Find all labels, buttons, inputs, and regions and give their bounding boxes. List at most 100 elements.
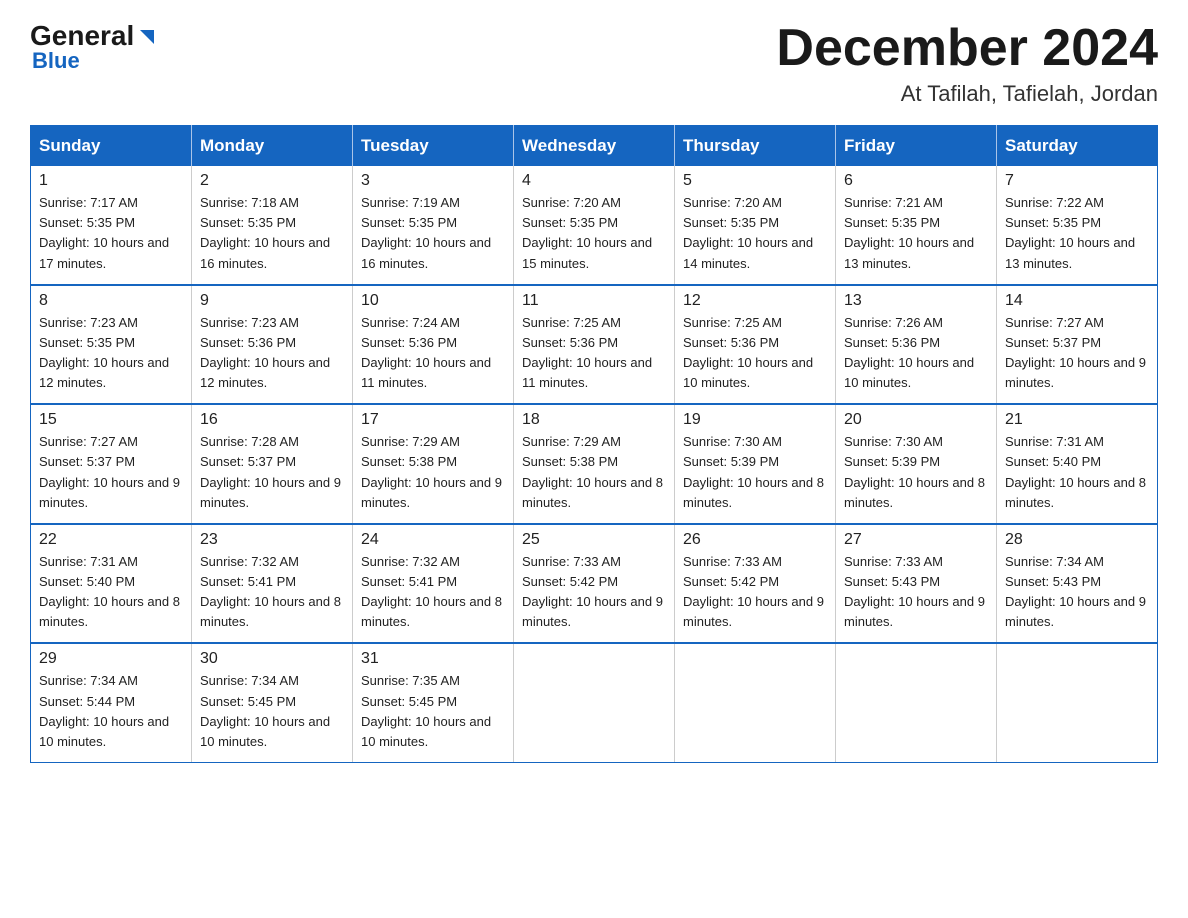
- table-row: 30 Sunrise: 7:34 AM Sunset: 5:45 PM Dayl…: [192, 643, 353, 762]
- table-row: 9 Sunrise: 7:23 AM Sunset: 5:36 PM Dayli…: [192, 285, 353, 405]
- sunrise-label: Sunrise: 7:22 AM: [1005, 195, 1104, 210]
- sunrise-label: Sunrise: 7:24 AM: [361, 315, 460, 330]
- day-number: 27: [844, 531, 988, 549]
- day-number: 7: [1005, 172, 1149, 190]
- daylight-label: Daylight: 10 hours and 9 minutes.: [361, 475, 502, 510]
- sunrise-label: Sunrise: 7:23 AM: [39, 315, 138, 330]
- calendar-week-row: 8 Sunrise: 7:23 AM Sunset: 5:35 PM Dayli…: [31, 285, 1158, 405]
- day-info: Sunrise: 7:20 AM Sunset: 5:35 PM Dayligh…: [522, 193, 666, 274]
- sunset-label: Sunset: 5:42 PM: [522, 574, 618, 589]
- calendar-week-row: 29 Sunrise: 7:34 AM Sunset: 5:44 PM Dayl…: [31, 643, 1158, 762]
- daylight-label: Daylight: 10 hours and 8 minutes.: [522, 475, 663, 510]
- table-row: 1 Sunrise: 7:17 AM Sunset: 5:35 PM Dayli…: [31, 166, 192, 285]
- day-info: Sunrise: 7:33 AM Sunset: 5:42 PM Dayligh…: [522, 552, 666, 633]
- table-row: 21 Sunrise: 7:31 AM Sunset: 5:40 PM Dayl…: [997, 404, 1158, 524]
- table-row: 29 Sunrise: 7:34 AM Sunset: 5:44 PM Dayl…: [31, 643, 192, 762]
- day-info: Sunrise: 7:33 AM Sunset: 5:42 PM Dayligh…: [683, 552, 827, 633]
- daylight-label: Daylight: 10 hours and 8 minutes.: [361, 594, 502, 629]
- table-row: 25 Sunrise: 7:33 AM Sunset: 5:42 PM Dayl…: [514, 524, 675, 644]
- day-info: Sunrise: 7:29 AM Sunset: 5:38 PM Dayligh…: [522, 432, 666, 513]
- sunset-label: Sunset: 5:37 PM: [200, 454, 296, 469]
- sunrise-label: Sunrise: 7:20 AM: [522, 195, 621, 210]
- sunset-label: Sunset: 5:35 PM: [844, 215, 940, 230]
- logo-blue-text: Blue: [32, 48, 80, 74]
- daylight-label: Daylight: 10 hours and 8 minutes.: [844, 475, 985, 510]
- daylight-label: Daylight: 10 hours and 11 minutes.: [522, 355, 652, 390]
- sunset-label: Sunset: 5:35 PM: [361, 215, 457, 230]
- day-info: Sunrise: 7:25 AM Sunset: 5:36 PM Dayligh…: [522, 313, 666, 394]
- sunrise-label: Sunrise: 7:33 AM: [522, 554, 621, 569]
- sunset-label: Sunset: 5:41 PM: [361, 574, 457, 589]
- sunset-label: Sunset: 5:36 PM: [200, 335, 296, 350]
- daylight-label: Daylight: 10 hours and 8 minutes.: [1005, 475, 1146, 510]
- sunrise-label: Sunrise: 7:21 AM: [844, 195, 943, 210]
- sunset-label: Sunset: 5:35 PM: [1005, 215, 1101, 230]
- day-number: 21: [1005, 411, 1149, 429]
- day-number: 5: [683, 172, 827, 190]
- calendar-week-row: 15 Sunrise: 7:27 AM Sunset: 5:37 PM Dayl…: [31, 404, 1158, 524]
- daylight-label: Daylight: 10 hours and 10 minutes.: [683, 355, 813, 390]
- day-number: 17: [361, 411, 505, 429]
- day-number: 1: [39, 172, 183, 190]
- day-number: 16: [200, 411, 344, 429]
- table-row: 20 Sunrise: 7:30 AM Sunset: 5:39 PM Dayl…: [836, 404, 997, 524]
- sunrise-label: Sunrise: 7:25 AM: [522, 315, 621, 330]
- sunset-label: Sunset: 5:35 PM: [200, 215, 296, 230]
- daylight-label: Daylight: 10 hours and 16 minutes.: [200, 235, 330, 270]
- table-row: 23 Sunrise: 7:32 AM Sunset: 5:41 PM Dayl…: [192, 524, 353, 644]
- sunset-label: Sunset: 5:35 PM: [39, 335, 135, 350]
- day-number: 31: [361, 650, 505, 668]
- calendar-table: Sunday Monday Tuesday Wednesday Thursday…: [30, 125, 1158, 763]
- sunset-label: Sunset: 5:39 PM: [844, 454, 940, 469]
- table-row: 10 Sunrise: 7:24 AM Sunset: 5:36 PM Dayl…: [353, 285, 514, 405]
- day-number: 26: [683, 531, 827, 549]
- sunrise-label: Sunrise: 7:27 AM: [1005, 315, 1104, 330]
- sunrise-label: Sunrise: 7:26 AM: [844, 315, 943, 330]
- table-row: 4 Sunrise: 7:20 AM Sunset: 5:35 PM Dayli…: [514, 166, 675, 285]
- sunset-label: Sunset: 5:43 PM: [1005, 574, 1101, 589]
- day-number: 15: [39, 411, 183, 429]
- sunset-label: Sunset: 5:35 PM: [683, 215, 779, 230]
- daylight-label: Daylight: 10 hours and 13 minutes.: [1005, 235, 1135, 270]
- day-info: Sunrise: 7:31 AM Sunset: 5:40 PM Dayligh…: [39, 552, 183, 633]
- day-info: Sunrise: 7:26 AM Sunset: 5:36 PM Dayligh…: [844, 313, 988, 394]
- sunrise-label: Sunrise: 7:17 AM: [39, 195, 138, 210]
- sunrise-label: Sunrise: 7:28 AM: [200, 434, 299, 449]
- logo-triangle-icon: [136, 26, 158, 48]
- daylight-label: Daylight: 10 hours and 16 minutes.: [361, 235, 491, 270]
- sunset-label: Sunset: 5:36 PM: [361, 335, 457, 350]
- table-row: 28 Sunrise: 7:34 AM Sunset: 5:43 PM Dayl…: [997, 524, 1158, 644]
- day-number: 24: [361, 531, 505, 549]
- day-info: Sunrise: 7:23 AM Sunset: 5:36 PM Dayligh…: [200, 313, 344, 394]
- day-number: 14: [1005, 292, 1149, 310]
- sunrise-label: Sunrise: 7:23 AM: [200, 315, 299, 330]
- table-row: 26 Sunrise: 7:33 AM Sunset: 5:42 PM Dayl…: [675, 524, 836, 644]
- daylight-label: Daylight: 10 hours and 15 minutes.: [522, 235, 652, 270]
- sunrise-label: Sunrise: 7:33 AM: [844, 554, 943, 569]
- daylight-label: Daylight: 10 hours and 10 minutes.: [39, 714, 169, 749]
- day-number: 18: [522, 411, 666, 429]
- sunset-label: Sunset: 5:40 PM: [1005, 454, 1101, 469]
- day-info: Sunrise: 7:35 AM Sunset: 5:45 PM Dayligh…: [361, 671, 505, 752]
- day-number: 10: [361, 292, 505, 310]
- table-row: 6 Sunrise: 7:21 AM Sunset: 5:35 PM Dayli…: [836, 166, 997, 285]
- table-row: 14 Sunrise: 7:27 AM Sunset: 5:37 PM Dayl…: [997, 285, 1158, 405]
- day-number: 28: [1005, 531, 1149, 549]
- day-number: 12: [683, 292, 827, 310]
- day-info: Sunrise: 7:21 AM Sunset: 5:35 PM Dayligh…: [844, 193, 988, 274]
- table-row: [997, 643, 1158, 762]
- daylight-label: Daylight: 10 hours and 9 minutes.: [522, 594, 663, 629]
- day-number: 30: [200, 650, 344, 668]
- sunset-label: Sunset: 5:38 PM: [361, 454, 457, 469]
- daylight-label: Daylight: 10 hours and 8 minutes.: [200, 594, 341, 629]
- header-tuesday: Tuesday: [353, 126, 514, 167]
- day-number: 4: [522, 172, 666, 190]
- day-info: Sunrise: 7:20 AM Sunset: 5:35 PM Dayligh…: [683, 193, 827, 274]
- sunset-label: Sunset: 5:43 PM: [844, 574, 940, 589]
- day-number: 22: [39, 531, 183, 549]
- day-info: Sunrise: 7:24 AM Sunset: 5:36 PM Dayligh…: [361, 313, 505, 394]
- sunrise-label: Sunrise: 7:34 AM: [1005, 554, 1104, 569]
- daylight-label: Daylight: 10 hours and 8 minutes.: [683, 475, 824, 510]
- daylight-label: Daylight: 10 hours and 11 minutes.: [361, 355, 491, 390]
- table-row: 31 Sunrise: 7:35 AM Sunset: 5:45 PM Dayl…: [353, 643, 514, 762]
